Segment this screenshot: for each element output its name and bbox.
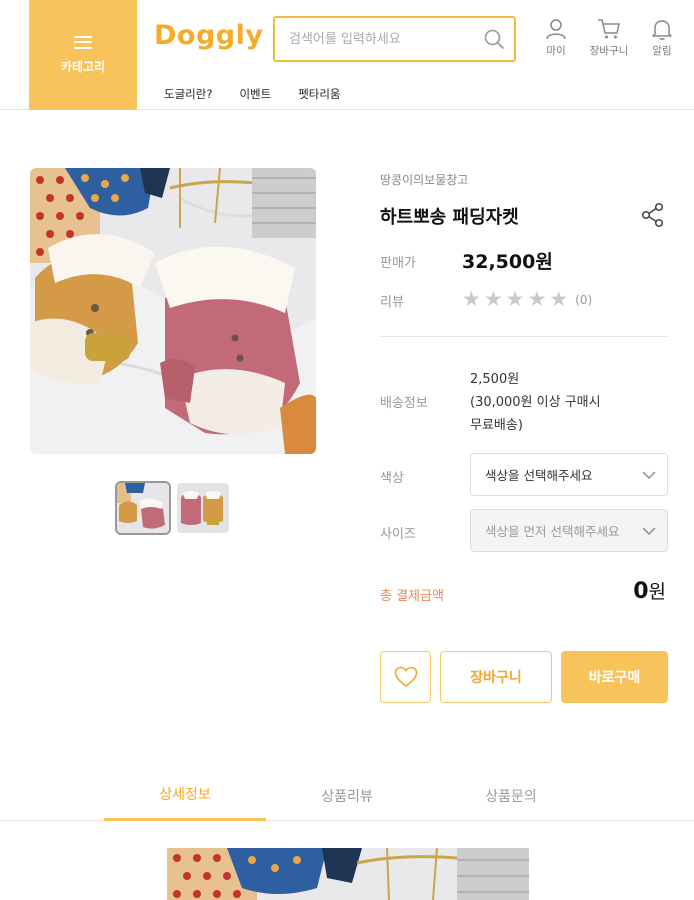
shipping-info: 2,500원 (30,000원 이상 구매시 무료배송) xyxy=(470,368,601,437)
tab-detail-info[interactable]: 상세정보 xyxy=(104,770,266,821)
header-icons: 마이 장바구니 알림 xyxy=(531,18,687,58)
size-select[interactable]: 색상을 먼저 선택해주세요 xyxy=(470,509,668,552)
my-page-button[interactable]: 마이 xyxy=(531,18,581,58)
cart-label: 장바구니 xyxy=(589,45,629,57)
star-icon: ★ xyxy=(505,287,525,311)
size-label: 사이즈 xyxy=(380,527,416,542)
user-icon xyxy=(546,19,566,40)
review-count[interactable]: (0) xyxy=(575,293,592,307)
shipping-label: 배송정보 xyxy=(380,396,428,411)
category-label: 카테고리 xyxy=(60,59,106,74)
color-label: 색상 xyxy=(380,471,404,486)
hamburger-icon xyxy=(74,35,92,49)
seller-name[interactable]: 땅콩이의보물창고 xyxy=(380,171,468,188)
color-select-value: 색상을 선택해주세요 xyxy=(485,468,593,483)
star-icon: ★ xyxy=(483,287,503,311)
my-page-label: 마이 xyxy=(546,45,566,57)
search-box xyxy=(273,16,516,62)
color-select[interactable]: 색상을 선택해주세요 xyxy=(470,453,668,496)
buy-now-button[interactable]: 바로구매 xyxy=(561,651,668,703)
share-icon[interactable] xyxy=(641,202,665,228)
logo[interactable]: Doggly xyxy=(154,20,263,51)
nav-about[interactable]: 도글리란? xyxy=(164,86,212,102)
search-icon[interactable] xyxy=(474,18,514,60)
tab-product-review[interactable]: 상품리뷰 xyxy=(266,770,428,821)
star-icon: ★ xyxy=(462,287,481,311)
wishlist-button[interactable] xyxy=(380,651,431,703)
shipping-condition: (30,000원 이상 구매시 xyxy=(470,395,601,410)
review-label: 리뷰 xyxy=(380,295,404,310)
chevron-down-icon xyxy=(631,527,667,535)
detail-tabs: 상세정보 상품리뷰 상품문의 xyxy=(0,770,694,821)
chevron-down-icon xyxy=(631,471,667,479)
tab-product-inquiry[interactable]: 상품문의 xyxy=(430,770,592,821)
rating-stars: ★ ★ ★ ★ ★ (0) xyxy=(462,289,592,310)
add-to-cart-button[interactable]: 장바구니 xyxy=(440,651,552,703)
total-price: 0원 xyxy=(633,577,666,604)
product-main-image[interactable] xyxy=(30,168,316,454)
site-header: 카테고리 Doggly 마이 장바구니 알림 도글리란? 이벤트 펫타리움 xyxy=(0,0,694,110)
thumbnail-2[interactable] xyxy=(177,483,229,533)
nav-event[interactable]: 이벤트 xyxy=(239,86,271,102)
divider xyxy=(380,336,668,337)
size-select-value: 색상을 먼저 선택해주세요 xyxy=(485,524,620,539)
heart-icon xyxy=(394,666,417,687)
detail-image xyxy=(167,848,529,900)
product-price: 32,500원 xyxy=(462,251,553,273)
category-menu-button[interactable]: 카테고리 xyxy=(29,0,137,110)
notification-button[interactable]: 알림 xyxy=(637,18,687,58)
total-unit: 원 xyxy=(648,581,666,603)
total-amount: 0 xyxy=(633,579,649,604)
star-icon: ★ xyxy=(549,287,569,311)
cart-button[interactable]: 장바구니 xyxy=(581,18,637,58)
total-label: 총 결제금액 xyxy=(380,589,444,604)
price-label: 판매가 xyxy=(380,256,416,271)
thumbnail-1[interactable] xyxy=(115,481,171,535)
cart-icon xyxy=(598,19,620,39)
thumbnail-list xyxy=(115,481,229,535)
top-nav: 도글리란? 이벤트 펫타리움 xyxy=(164,86,368,102)
star-icon: ★ xyxy=(527,287,547,311)
shipping-condition-2: 무료배송) xyxy=(470,418,523,433)
notification-label: 알림 xyxy=(652,45,672,57)
product-title: 하트뽀송 패딩자켓 xyxy=(380,207,519,228)
search-input[interactable] xyxy=(275,18,474,60)
nav-petarium[interactable]: 펫타리움 xyxy=(298,86,340,102)
bell-icon xyxy=(652,20,672,40)
shipping-fee: 2,500원 xyxy=(470,372,520,387)
